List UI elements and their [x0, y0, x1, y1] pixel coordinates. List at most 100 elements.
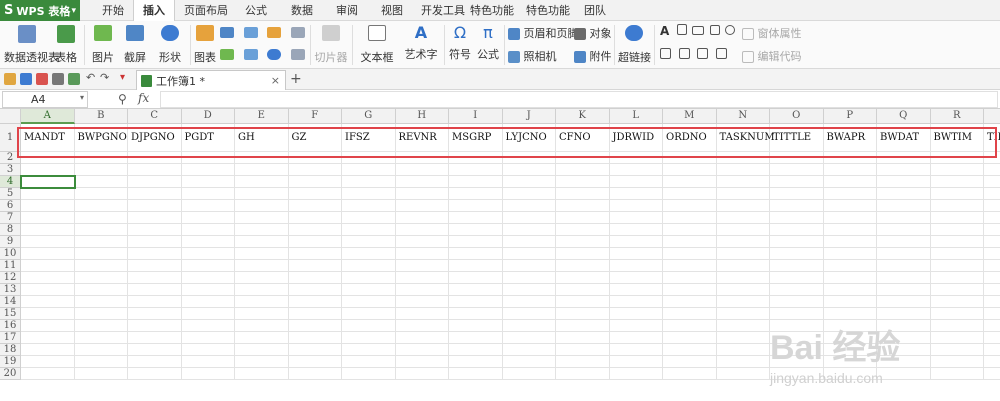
- column-header[interactable]: Q: [877, 109, 931, 124]
- grid-cell[interactable]: [663, 320, 717, 332]
- row-header[interactable]: 1: [0, 124, 21, 152]
- grid-cell[interactable]: [342, 272, 396, 284]
- grid-cell[interactable]: [74, 332, 128, 344]
- column-header[interactable]: E: [235, 109, 289, 124]
- grid-cell[interactable]: [128, 296, 182, 308]
- row-header[interactable]: 9: [0, 236, 21, 248]
- table-button[interactable]: 表格: [54, 25, 78, 65]
- grid-cell[interactable]: [930, 284, 984, 296]
- grid-cell[interactable]: [877, 272, 931, 284]
- grid-cell[interactable]: [770, 272, 824, 284]
- grid-cell[interactable]: [235, 188, 289, 200]
- grid-cell[interactable]: [823, 176, 877, 188]
- grid-cell[interactable]: [21, 368, 75, 380]
- shapes-button[interactable]: 形状: [154, 25, 186, 65]
- grid-cell[interactable]: [556, 164, 610, 176]
- grid-cell[interactable]: [770, 224, 824, 236]
- select-all-corner[interactable]: [0, 109, 21, 124]
- grid-cell[interactable]: [449, 344, 503, 356]
- grid-cell[interactable]: [877, 200, 931, 212]
- grid-cell[interactable]: [984, 236, 1000, 248]
- grid-cell[interactable]: [288, 356, 342, 368]
- grid-cell[interactable]: [609, 152, 663, 164]
- grid-cell[interactable]: [449, 152, 503, 164]
- grid-cell[interactable]: [74, 260, 128, 272]
- grid-cell[interactable]: [609, 272, 663, 284]
- grid-cell[interactable]: [21, 308, 75, 320]
- grid-cell[interactable]: [288, 212, 342, 224]
- grid-cell[interactable]: [502, 368, 556, 380]
- grid-cell[interactable]: [663, 272, 717, 284]
- grid-cell[interactable]: [502, 212, 556, 224]
- grid-cell[interactable]: TITTLE: [770, 124, 824, 152]
- grid-cell[interactable]: [449, 236, 503, 248]
- grid-cell[interactable]: [21, 296, 75, 308]
- form-controls-row1[interactable]: A: [660, 24, 736, 38]
- grid-cell[interactable]: [74, 224, 128, 236]
- grid-cell[interactable]: TII: [984, 124, 1000, 152]
- grid-cell[interactable]: [716, 356, 770, 368]
- grid-cell[interactable]: [235, 212, 289, 224]
- grid-cell[interactable]: [877, 236, 931, 248]
- grid-cell[interactable]: [395, 356, 449, 368]
- row-header[interactable]: 18: [0, 344, 21, 356]
- grid-cell[interactable]: [930, 308, 984, 320]
- grid-cell[interactable]: [128, 200, 182, 212]
- column-header[interactable]: I: [449, 109, 503, 124]
- grid-cell[interactable]: [770, 200, 824, 212]
- column-header[interactable]: L: [609, 109, 663, 124]
- grid-cell[interactable]: [609, 188, 663, 200]
- symbol-button[interactable]: Ω 符号: [446, 25, 474, 62]
- grid-cell[interactable]: [502, 236, 556, 248]
- grid-cell[interactable]: [877, 296, 931, 308]
- grid-cell[interactable]: [21, 260, 75, 272]
- hyperlink-button[interactable]: 超链接: [618, 25, 651, 65]
- grid-cell[interactable]: [128, 332, 182, 344]
- object-button[interactable]: 对象: [574, 25, 612, 41]
- grid-cell[interactable]: [181, 272, 235, 284]
- grid-cell[interactable]: [556, 272, 610, 284]
- column-header[interactable]: D: [181, 109, 235, 124]
- grid-cell[interactable]: [663, 176, 717, 188]
- redo-icon[interactable]: ↷: [100, 72, 112, 84]
- grid-cell[interactable]: [181, 212, 235, 224]
- grid-cell[interactable]: [502, 200, 556, 212]
- grid-cell[interactable]: DJPGNO: [128, 124, 182, 152]
- grid-cell[interactable]: [556, 188, 610, 200]
- grid-cell[interactable]: [449, 272, 503, 284]
- grid-cell[interactable]: [556, 200, 610, 212]
- grid-cell[interactable]: [449, 212, 503, 224]
- grid-cell[interactable]: [395, 332, 449, 344]
- menu-tab[interactable]: 特色功能: [522, 0, 574, 21]
- picture-button[interactable]: 图片: [88, 25, 118, 65]
- save-icon[interactable]: [20, 73, 32, 85]
- undo-icon[interactable]: ↶: [86, 72, 98, 84]
- grid-cell[interactable]: [128, 248, 182, 260]
- grid-cell[interactable]: [21, 212, 75, 224]
- grid-cell[interactable]: [556, 176, 610, 188]
- grid-cell[interactable]: [877, 152, 931, 164]
- grid-cell[interactable]: [128, 176, 182, 188]
- grid-cell[interactable]: [342, 212, 396, 224]
- grid-cell[interactable]: [716, 176, 770, 188]
- grid-cell[interactable]: [609, 236, 663, 248]
- grid-cell[interactable]: [235, 332, 289, 344]
- grid-cell[interactable]: [502, 152, 556, 164]
- grid-cell[interactable]: [395, 368, 449, 380]
- grid-cell[interactable]: [556, 212, 610, 224]
- grid-cell[interactable]: [823, 212, 877, 224]
- grid-cell[interactable]: [770, 176, 824, 188]
- grid-cell[interactable]: [556, 260, 610, 272]
- row-header[interactable]: 5: [0, 188, 21, 200]
- grid-cell[interactable]: [930, 248, 984, 260]
- header-footer-button[interactable]: 页眉和页脚: [508, 25, 579, 41]
- grid-cell[interactable]: [502, 332, 556, 344]
- grid-cell[interactable]: [395, 344, 449, 356]
- grid-cell[interactable]: [877, 308, 931, 320]
- menu-tab[interactable]: 页面布局: [180, 0, 232, 21]
- grid-cell[interactable]: [556, 152, 610, 164]
- grid-cell[interactable]: [235, 308, 289, 320]
- grid-cell[interactable]: [181, 320, 235, 332]
- row-header[interactable]: 12: [0, 272, 21, 284]
- document-tab[interactable]: 工作簿1 * ×: [136, 70, 286, 90]
